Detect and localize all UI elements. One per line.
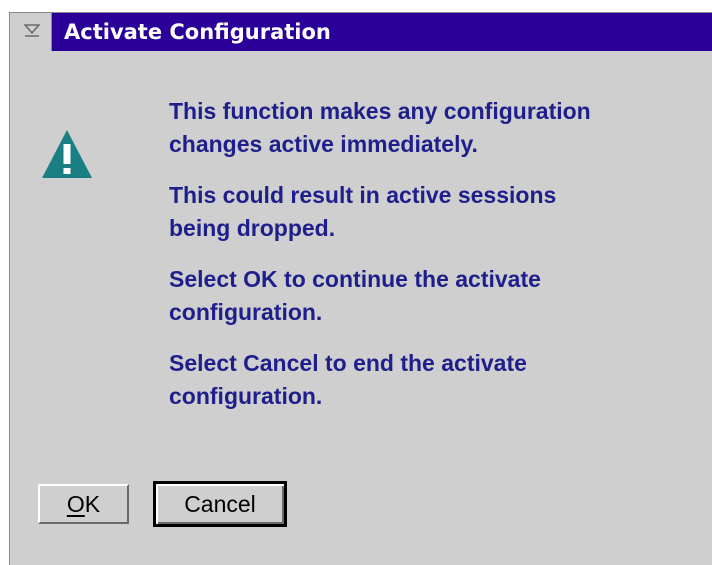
window-title: Activate Configuration: [64, 20, 331, 44]
message-paragraph-1: This function makes any configuration ch…: [169, 98, 591, 157]
ok-button-label: OK: [67, 491, 100, 517]
cancel-button[interactable]: Cancel: [153, 481, 287, 527]
cancel-button-label: Cancel: [184, 491, 256, 517]
message-text: This function makes any configuration ch…: [169, 95, 699, 431]
warning-icon: [42, 130, 92, 178]
title-bar[interactable]: Activate Configuration: [10, 13, 712, 51]
activate-configuration-dialog: Activate Configuration This function mak…: [9, 12, 712, 565]
message-paragraph-4: Select Cancel to end the activate config…: [169, 350, 527, 409]
message-paragraph-2: This could result in active sessions bei…: [169, 182, 557, 241]
ok-mnemonic: O: [66, 491, 85, 517]
system-menu-button[interactable]: [10, 13, 52, 51]
system-menu-icon: [24, 24, 40, 37]
ok-label-rest: K: [84, 491, 101, 517]
message-paragraph-3: Select OK to continue the activate confi…: [169, 266, 541, 325]
ok-button[interactable]: OK: [38, 484, 129, 524]
